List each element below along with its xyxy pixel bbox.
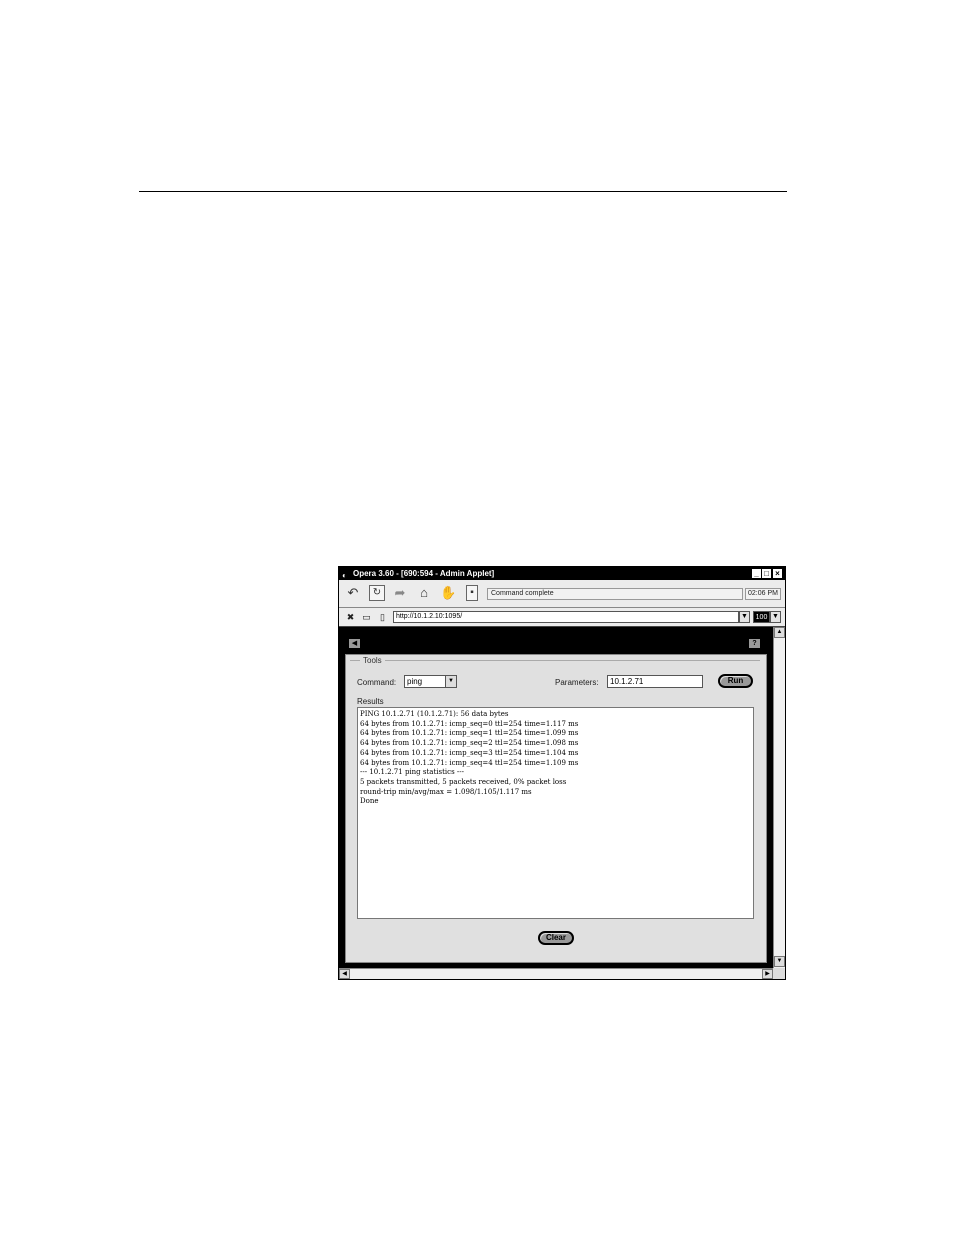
result-line: 64 bytes from 10.1.2.71: icmp_seq=3 ttl=… — [360, 748, 579, 757]
minimize-button[interactable]: _ — [752, 569, 761, 578]
clear-button[interactable]: Clear — [538, 931, 574, 945]
header-rule — [139, 191, 787, 192]
main-toolbar: ↶ ↻ ➦ ⌂ ✋ ▪ Command complete 02:06 PM — [339, 580, 785, 608]
chevron-down-icon[interactable]: ▼ — [445, 676, 456, 687]
result-line: 64 bytes from 10.1.2.71: icmp_seq=1 ttl=… — [360, 729, 579, 738]
url-dropdown-button[interactable]: ▼ — [739, 611, 750, 623]
window-title: Opera 3.60 - [690:594 - Admin Applet] — [353, 569, 495, 578]
scrollbar-corner — [773, 968, 785, 979]
zoom-field[interactable]: 100 — [753, 611, 770, 623]
scroll-left-icon[interactable]: ◀ — [339, 969, 350, 979]
scroll-down-icon[interactable]: ▼ — [774, 956, 785, 967]
result-line: round-trip min/avg/max = 1.098/1.105/1.1… — [360, 787, 532, 796]
command-label: Command: — [357, 678, 397, 687]
maximize-button[interactable]: □ — [762, 569, 771, 578]
address-bar: ✖ ▭ ▯ http://10.1.2.10:1095/ ▼ 100 ▼ — [339, 608, 785, 627]
close-button[interactable]: × — [773, 569, 782, 578]
result-line: 64 bytes from 10.1.2.71: icmp_seq=4 ttl=… — [360, 758, 579, 767]
zoom-dropdown-button[interactable]: ▼ — [770, 611, 781, 623]
result-line: --- 10.1.2.71 ping statistics --- — [360, 768, 464, 777]
horizontal-scrollbar[interactable]: ◀ ▶ — [339, 968, 773, 979]
document-icon[interactable]: ▯ — [377, 611, 388, 623]
result-line: 5 packets transmitted, 5 packets receive… — [360, 777, 567, 786]
status-field: Command complete — [487, 588, 743, 600]
scroll-right-icon[interactable]: ▶ — [762, 969, 773, 979]
scroll-up-icon[interactable]: ▲ — [774, 627, 785, 638]
clock-display: 02:06 PM — [745, 588, 781, 600]
run-button[interactable]: Run — [718, 674, 753, 688]
applet-back-icon[interactable]: ◀ — [349, 639, 360, 648]
stop-icon[interactable]: ▪ — [466, 585, 478, 601]
parameters-input[interactable]: 10.1.2.71 — [607, 675, 703, 688]
result-line: Done — [360, 797, 379, 806]
tools-group-label: Tools — [360, 656, 385, 665]
result-line: PING 10.1.2.71 (10.1.2.71): 56 data byte… — [360, 710, 509, 718]
parameters-label: Parameters: — [555, 678, 599, 687]
admin-applet-panel: Tools Command: ping ▼ Parameters: 10.1.2… — [345, 654, 767, 963]
command-select-value: ping — [407, 677, 423, 686]
forward-icon[interactable]: ➦ — [392, 585, 408, 601]
results-label: Results — [357, 697, 384, 706]
reload-icon[interactable]: ↻ — [369, 585, 385, 601]
results-textarea[interactable]: PING 10.1.2.71 (10.1.2.71): 56 data byte… — [357, 707, 754, 919]
result-line: 64 bytes from 10.1.2.71: icmp_seq=2 ttl=… — [360, 739, 579, 748]
url-input[interactable]: http://10.1.2.10:1095/ — [393, 611, 739, 623]
page-content: ◀ ? Tools Command: ping ▼ Parameters: 10… — [339, 627, 773, 968]
browser-window: ◐ Opera 3.60 - [690:594 - Admin Applet] … — [338, 566, 786, 980]
vertical-scrollbar[interactable]: ▲ ▼ — [773, 627, 785, 968]
help-icon[interactable]: ? — [749, 639, 760, 648]
images-toggle-icon[interactable]: ✖ — [345, 611, 356, 623]
command-select[interactable]: ping ▼ — [404, 675, 457, 688]
title-bar[interactable]: ◐ Opera 3.60 - [690:594 - Admin Applet] … — [339, 567, 785, 580]
home-icon[interactable]: ⌂ — [416, 585, 432, 601]
window-icon[interactable]: ▭ — [361, 611, 372, 623]
back-icon[interactable]: ↶ — [345, 585, 361, 601]
result-line: 64 bytes from 10.1.2.71: icmp_seq=0 ttl=… — [360, 719, 579, 728]
hotlist-icon[interactable]: ✋ — [440, 585, 456, 601]
